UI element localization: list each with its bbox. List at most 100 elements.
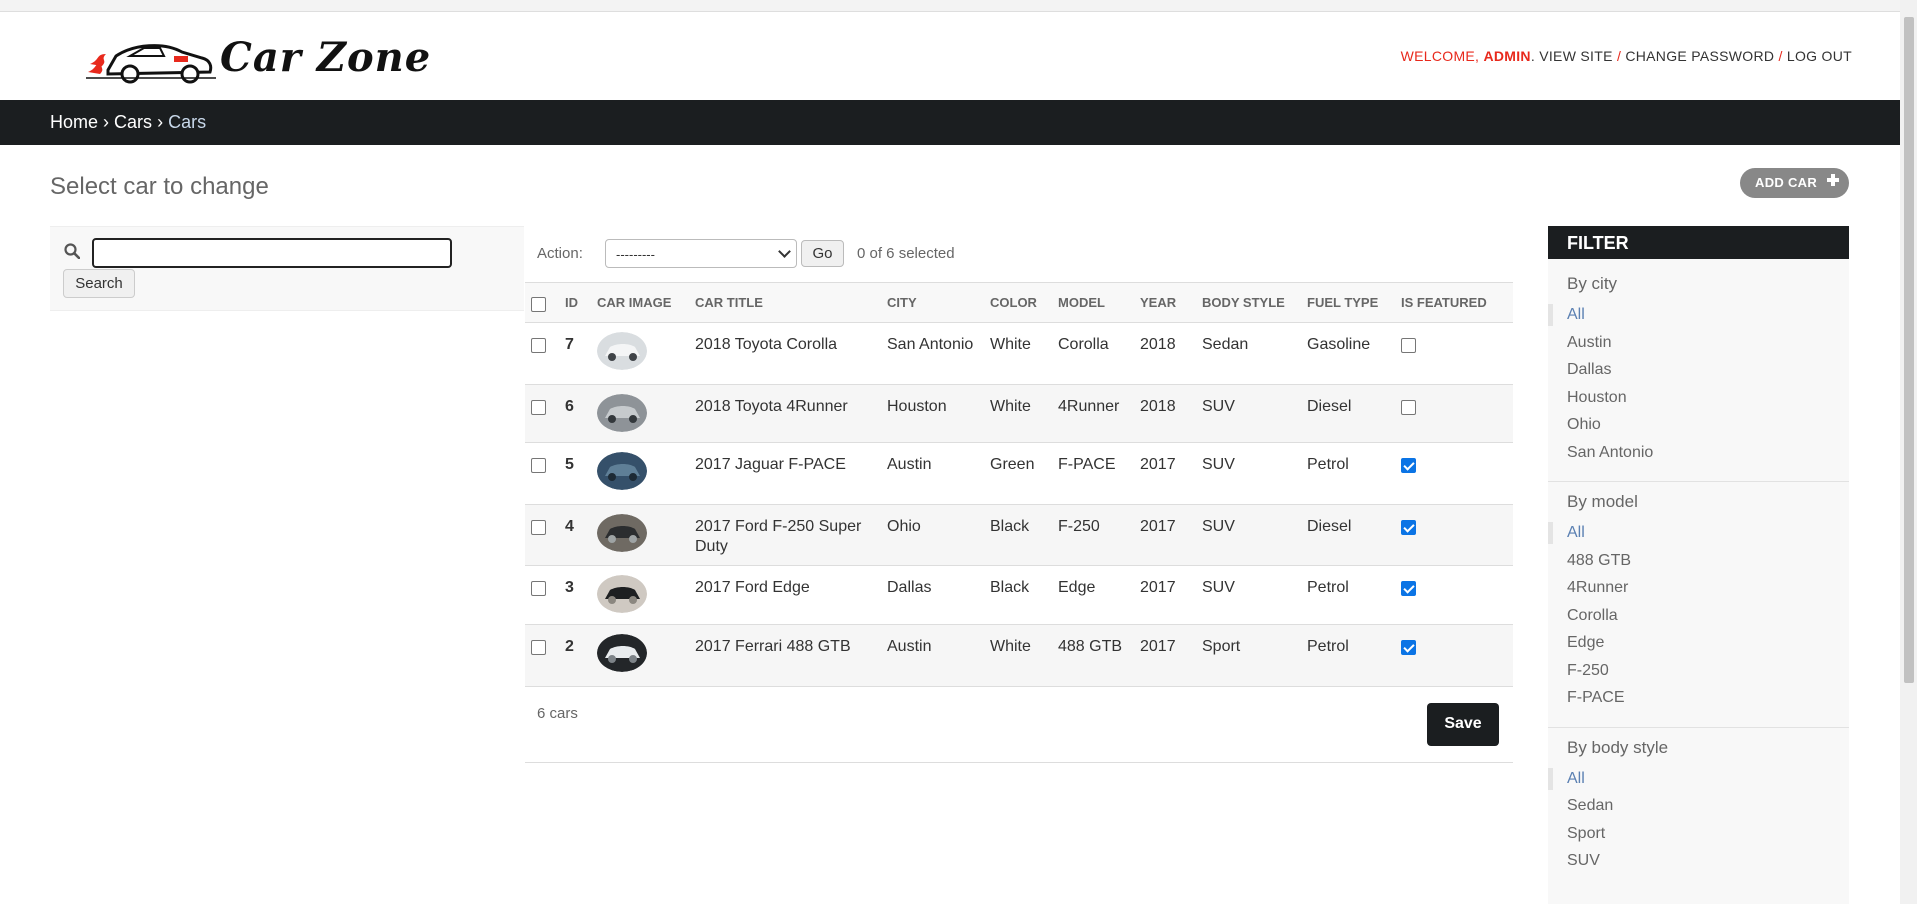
row-select-checkbox[interactable]: [531, 458, 546, 473]
table-row: 2 2017 Ferrari 488 GTB Austin White 488 GTB 2…: [525, 624, 1513, 687]
breadcrumb-home[interactable]: Home: [50, 112, 98, 132]
is-featured-cell: [1395, 565, 1513, 625]
is-featured-cell: [1395, 384, 1513, 443]
column-header-year[interactable]: YEAR: [1134, 282, 1196, 323]
table-row: 5 2017 Jaguar F-PACE Austin Green F-PACE 2017…: [525, 442, 1513, 505]
car-fuel-type: Gasoline: [1301, 322, 1395, 385]
filter-option-all[interactable]: All: [1548, 520, 1849, 548]
filter-sidebar: FILTER By city All Austin Dallas Houston Ohio…: [1548, 226, 1849, 904]
is-featured-checkbox[interactable]: [1401, 400, 1416, 415]
column-header-model[interactable]: MODEL: [1052, 282, 1134, 323]
breadcrumb-app[interactable]: Cars: [114, 112, 152, 132]
column-header-car-title[interactable]: CAR TITLE: [689, 282, 881, 323]
search-button[interactable]: Search: [63, 269, 135, 298]
car-body-style: SUV: [1196, 442, 1301, 505]
action-select[interactable]: ---------: [605, 239, 797, 268]
filter-option-4runner[interactable]: 4Runner: [1548, 575, 1849, 603]
breadcrumb-separator: ›: [157, 112, 164, 132]
filter-option-houston[interactable]: Houston: [1548, 385, 1849, 413]
car-id[interactable]: 4: [559, 504, 591, 566]
car-title: 2018 Toyota Corolla: [689, 322, 881, 385]
is-featured-cell: [1395, 624, 1513, 687]
search-input[interactable]: [92, 238, 452, 268]
separator: /: [1616, 48, 1622, 64]
car-id[interactable]: 2: [559, 624, 591, 687]
breadcrumb: Home › Cars › Cars: [0, 100, 1900, 145]
filter-option-ohio[interactable]: Ohio: [1548, 412, 1849, 440]
is-featured-checkbox[interactable]: [1401, 640, 1416, 655]
car-image-cell: [591, 624, 689, 687]
scrollbar-thumb[interactable]: [1904, 17, 1914, 683]
vertical-scrollbar[interactable]: [1900, 0, 1917, 904]
row-select-cell: [525, 322, 559, 385]
change-password-link[interactable]: CHANGE PASSWORD: [1625, 48, 1774, 64]
car-city: San Antonio: [881, 322, 984, 385]
filter-option-all[interactable]: All: [1548, 302, 1849, 330]
car-body-style: Sedan: [1196, 322, 1301, 385]
is-featured-checkbox[interactable]: [1401, 458, 1416, 473]
car-thumbnail-image: [597, 452, 647, 490]
car-year: 2017: [1134, 565, 1196, 625]
filter-group-title: By body style: [1567, 737, 1669, 757]
save-button[interactable]: Save: [1427, 703, 1499, 746]
plus-icon: [1827, 174, 1839, 186]
car-model: Corolla: [1052, 322, 1134, 385]
row-select-checkbox[interactable]: [531, 400, 546, 415]
car-fuel-type: Petrol: [1301, 624, 1395, 687]
go-button[interactable]: Go: [801, 240, 844, 267]
column-header-fuel-type[interactable]: FUEL TYPE: [1301, 282, 1395, 323]
car-thumbnail-image: [597, 394, 647, 432]
car-image-cell: [591, 504, 689, 566]
car-zone-logo[interactable]: Car Zone: [86, 30, 430, 88]
filter-option-suv[interactable]: SUV: [1548, 848, 1849, 876]
filter-option-edge[interactable]: Edge: [1548, 630, 1849, 658]
filter-option-dallas[interactable]: Dallas: [1548, 357, 1849, 385]
column-header-id[interactable]: ID: [559, 282, 591, 323]
is-featured-checkbox[interactable]: [1401, 581, 1416, 596]
row-select-checkbox[interactable]: [531, 581, 546, 596]
filter-option-488-gtb[interactable]: 488 GTB: [1548, 548, 1849, 576]
add-car-button[interactable]: ADD CAR: [1740, 168, 1849, 198]
car-title: 2018 Toyota 4Runner: [689, 384, 881, 443]
filter-option-f-250[interactable]: F-250: [1548, 658, 1849, 686]
car-color: Black: [984, 504, 1052, 566]
car-id[interactable]: 6: [559, 384, 591, 443]
row-select-checkbox[interactable]: [531, 338, 546, 353]
car-city: Ohio: [881, 504, 984, 566]
car-id[interactable]: 7: [559, 322, 591, 385]
column-header-color[interactable]: COLOR: [984, 282, 1052, 323]
row-select-checkbox[interactable]: [531, 520, 546, 535]
car-image-cell: [591, 565, 689, 625]
car-image-cell: [591, 442, 689, 505]
car-color: White: [984, 322, 1052, 385]
car-title: 2017 Ford F-250 Super Duty: [689, 504, 881, 566]
filter-option-f-pace[interactable]: F-PACE: [1548, 685, 1849, 713]
view-site-link[interactable]: VIEW SITE: [1539, 48, 1613, 64]
car-fuel-type: Diesel: [1301, 504, 1395, 566]
car-id[interactable]: 3: [559, 565, 591, 625]
filter-option-austin[interactable]: Austin: [1548, 330, 1849, 358]
row-select-checkbox[interactable]: [531, 640, 546, 655]
select-all-checkbox[interactable]: [531, 296, 546, 312]
car-year: 2017: [1134, 624, 1196, 687]
column-header-city[interactable]: CITY: [881, 282, 984, 323]
is-featured-checkbox[interactable]: [1401, 520, 1416, 535]
is-featured-checkbox[interactable]: [1401, 338, 1416, 353]
car-color: Black: [984, 565, 1052, 625]
car-thumbnail-image: [597, 332, 647, 370]
column-header-is-featured[interactable]: IS FEATURED: [1395, 282, 1513, 323]
result-count: 6 cars: [537, 705, 578, 722]
log-out-link[interactable]: LOG OUT: [1787, 48, 1852, 64]
filter-option-all[interactable]: All: [1548, 766, 1849, 794]
filter-option-san-antonio[interactable]: San Antonio: [1548, 440, 1849, 468]
column-header-car-image[interactable]: CAR IMAGE: [591, 282, 689, 323]
car-thumbnail-image: [597, 575, 647, 613]
row-select-cell: [525, 504, 559, 566]
column-header-body-style[interactable]: BODY STYLE: [1196, 282, 1301, 323]
car-id[interactable]: 5: [559, 442, 591, 505]
car-title: 2017 Jaguar F-PACE: [689, 442, 881, 505]
filter-option-corolla[interactable]: Corolla: [1548, 603, 1849, 631]
filter-option-sport[interactable]: Sport: [1548, 821, 1849, 849]
car-title: 2017 Ford Edge: [689, 565, 881, 625]
filter-option-sedan[interactable]: Sedan: [1548, 793, 1849, 821]
